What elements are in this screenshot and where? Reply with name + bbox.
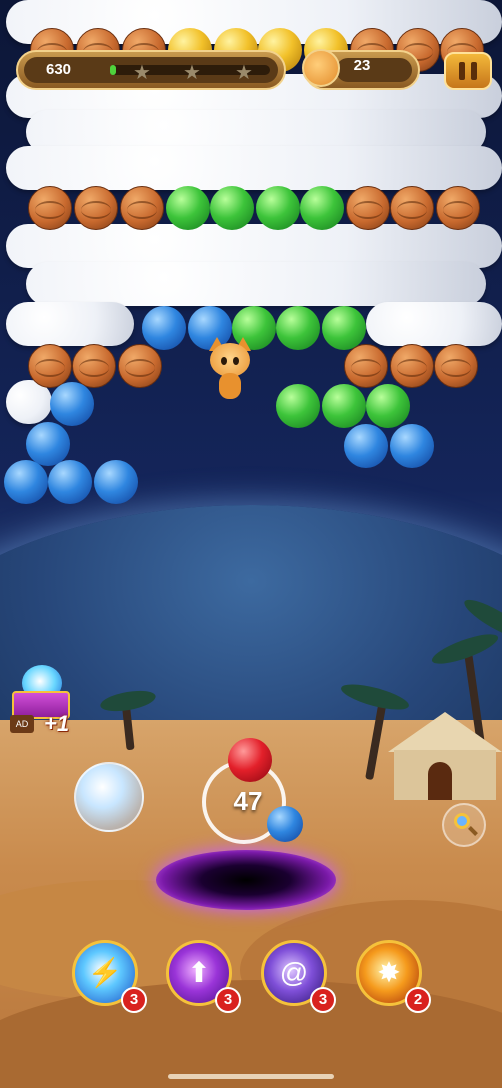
- blue-bubble: [390, 424, 434, 468]
- cloud-block: [366, 302, 502, 346]
- moves-panel: 23: [302, 49, 420, 90]
- green-bubble: [276, 306, 320, 350]
- blue-bubble: [344, 424, 388, 468]
- moves-value: 23: [353, 57, 371, 74]
- wood-bubble: [344, 344, 388, 388]
- wood-bubble: [390, 186, 434, 230]
- blue-bubble: [142, 306, 186, 350]
- booster-count: 3: [121, 987, 147, 1013]
- pause-button[interactable]: [444, 52, 492, 90]
- booster-count: 2: [405, 987, 431, 1013]
- wood-bubble: [390, 344, 434, 388]
- green-bubble: [276, 384, 320, 428]
- wood-bubble: [74, 186, 118, 230]
- swap-bubble[interactable]: [74, 762, 144, 832]
- green-bubble: [256, 186, 300, 230]
- booster-count: 3: [215, 987, 241, 1013]
- star-icon: ★: [133, 62, 151, 84]
- next-bubble[interactable]: [267, 806, 303, 842]
- green-bubble: [322, 384, 366, 428]
- video-reward-chest[interactable]: AD +1: [8, 665, 74, 736]
- magnifier-icon: [454, 813, 470, 829]
- wood-bubble: [118, 344, 162, 388]
- booster-count: 3: [310, 987, 336, 1013]
- booster-fire[interactable]: ✸ 2: [356, 940, 431, 1013]
- cloud-block: [6, 302, 134, 346]
- green-bubble: [210, 186, 254, 230]
- star-icon: ★: [235, 62, 253, 84]
- star-icon: ★: [183, 62, 201, 84]
- progress-bar: ★ ★ ★: [110, 63, 270, 83]
- wood-bubble: [28, 344, 72, 388]
- game-stage[interactable]: 630 ★ ★ ★ 23 AD +1 47 ⚡ 3 ⬆ 3 @ 3 ✸ 2: [0, 0, 502, 1088]
- progress-fill: [110, 65, 117, 75]
- reward-plus-label: +1: [44, 711, 70, 736]
- wood-bubble: [346, 186, 390, 230]
- cat-face-icon: [302, 49, 340, 87]
- pause-icon: [459, 62, 465, 80]
- shots-counter: 47: [233, 786, 263, 816]
- cloud-block: [26, 262, 486, 306]
- wood-bubble: [120, 186, 164, 230]
- blue-bubble: [94, 460, 138, 504]
- booster-arrow[interactable]: ⬆ 3: [166, 940, 241, 1013]
- ad-tag: AD: [10, 715, 34, 733]
- booster-vortex[interactable]: @ 3: [261, 940, 336, 1013]
- portal-icon: [156, 850, 336, 910]
- score-value: 630: [46, 61, 72, 78]
- green-bubble: [322, 306, 366, 350]
- wood-bubble: [436, 186, 480, 230]
- home-indicator[interactable]: [168, 1074, 334, 1079]
- wood-bubble: [28, 186, 72, 230]
- blue-bubble: [4, 460, 48, 504]
- booster-lightning[interactable]: ⚡ 3: [72, 940, 147, 1013]
- magnifier-button[interactable]: [442, 803, 486, 847]
- wood-bubble: [72, 344, 116, 388]
- pause-icon: [471, 62, 477, 80]
- blue-bubble: [48, 460, 92, 504]
- green-bubble: [366, 384, 410, 428]
- cat-character: [207, 337, 253, 403]
- blue-bubble: [50, 382, 94, 426]
- score-panel: 630 ★ ★ ★: [16, 50, 286, 90]
- green-bubble: [166, 186, 210, 230]
- wood-bubble: [434, 344, 478, 388]
- cloud-block: [6, 146, 502, 190]
- blue-bubble: [26, 422, 70, 466]
- green-bubble: [300, 186, 344, 230]
- tent: [388, 712, 502, 802]
- current-bubble[interactable]: [228, 738, 272, 782]
